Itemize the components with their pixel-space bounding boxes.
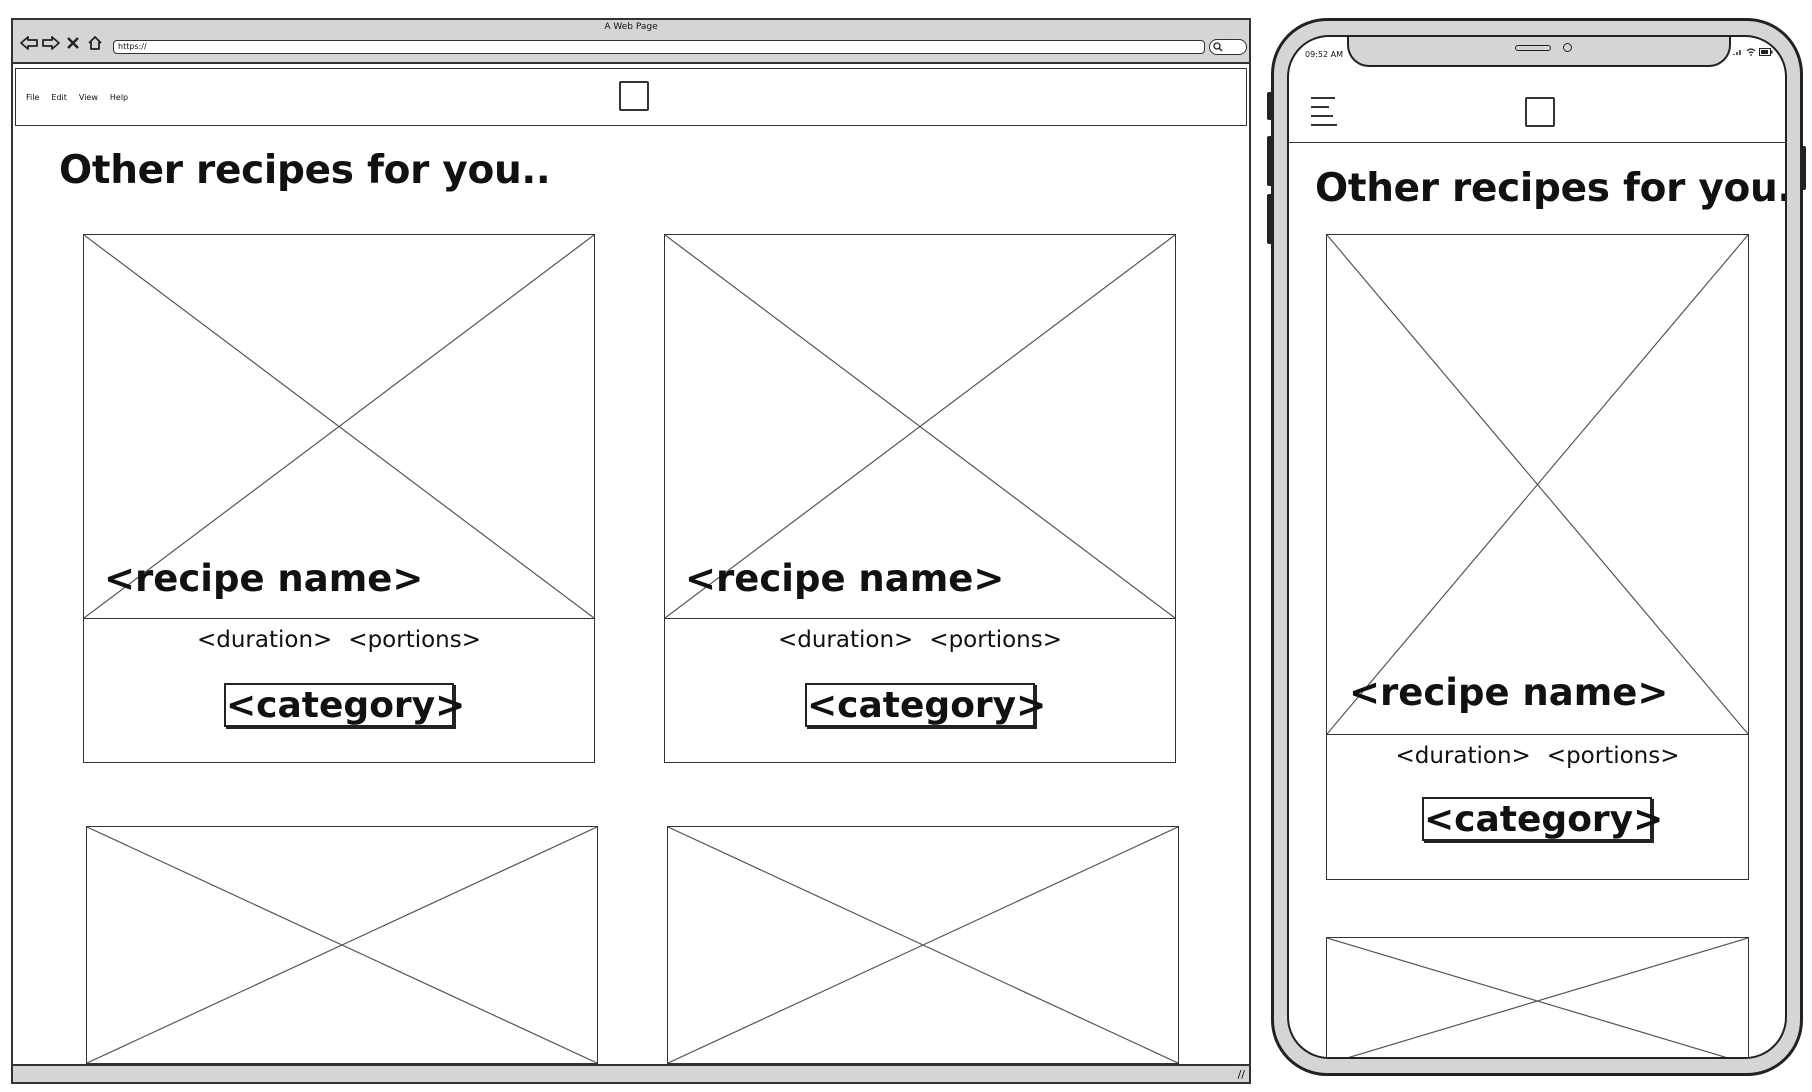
duration-label: <duration> <box>196 627 333 653</box>
mobile-phone-frame: 09:52 AM Other recipes for you.. <recipe… <box>1271 18 1803 1076</box>
menu-item-view[interactable]: View <box>79 93 98 102</box>
mobile-header <box>1289 67 1785 143</box>
menu-bar: File Edit View Help <box>26 93 128 102</box>
hamburger-menu-icon[interactable] <box>1311 97 1337 133</box>
recipe-name: <recipe name> <box>104 557 424 600</box>
magnifier-icon <box>1213 42 1223 52</box>
logo-placeholder[interactable] <box>1525 97 1555 127</box>
duration-label: <duration> <box>1395 743 1531 769</box>
duration-label: <duration> <box>777 627 914 653</box>
recipe-meta: <duration> <portions> <box>665 627 1175 653</box>
back-arrow-icon[interactable] <box>19 33 39 53</box>
page-heading: Other recipes for you.. <box>1315 166 1787 211</box>
menu-item-help[interactable]: Help <box>110 93 128 102</box>
nav-buttons <box>19 33 105 53</box>
recipe-image-placeholder[interactable] <box>86 826 598 1064</box>
close-x-icon[interactable] <box>63 33 83 53</box>
browser-search-button[interactable] <box>1209 39 1247 55</box>
recipe-image-placeholder[interactable] <box>667 826 1179 1064</box>
portions-label: <portions> <box>929 627 1063 653</box>
menu-item-edit[interactable]: Edit <box>51 93 67 102</box>
portions-label: <portions> <box>348 627 482 653</box>
url-bar[interactable]: https:// <box>113 40 1205 54</box>
category-tag[interactable]: <category> <box>224 683 465 727</box>
portions-label: <portions> <box>1546 743 1680 769</box>
home-icon[interactable] <box>85 33 105 53</box>
recipe-image-placeholder <box>1327 235 1748 735</box>
category-tag[interactable]: <category> <box>1422 797 1663 841</box>
menu-item-file[interactable]: File <box>26 93 39 102</box>
page-heading: Other recipes for you.. <box>59 148 551 193</box>
resize-grip-icon[interactable]: // <box>1238 1068 1245 1081</box>
recipe-meta: <duration> <portions> <box>84 627 594 653</box>
battery-icon <box>1759 48 1773 56</box>
window-title: A Web Page <box>604 22 658 32</box>
wifi-icon <box>1746 48 1756 56</box>
recipe-card[interactable]: <recipe name> <duration> <portions> <cate… <box>664 234 1176 763</box>
recipe-card[interactable]: <recipe name> <duration> <portions> <cate… <box>1326 234 1749 880</box>
camera-icon <box>1563 43 1572 52</box>
desktop-browser-window: A Web Page https:// File Edit View Help <box>11 18 1251 1084</box>
browser-chrome: A Web Page https:// <box>13 20 1249 64</box>
recipe-name: <recipe name> <box>685 557 1005 600</box>
speaker-icon <box>1515 45 1551 51</box>
category-tag[interactable]: <category> <box>805 683 1046 727</box>
phone-notch <box>1347 37 1731 67</box>
recipe-meta: <duration> <portions> <box>1327 743 1748 769</box>
signal-icon <box>1733 50 1741 55</box>
site-header: File Edit View Help <box>15 68 1247 126</box>
status-icons <box>1733 48 1773 56</box>
browser-status-bar: // <box>13 1064 1249 1082</box>
status-time: 09:52 AM <box>1305 50 1343 59</box>
recipe-image-placeholder[interactable] <box>1326 937 1749 1057</box>
recipe-card[interactable]: <recipe name> <duration> <portions> <cate… <box>83 234 595 763</box>
logo-placeholder[interactable] <box>619 81 649 111</box>
forward-arrow-icon[interactable] <box>41 33 61 53</box>
phone-screen: 09:52 AM Other recipes for you.. <recipe… <box>1287 35 1787 1059</box>
recipe-name: <recipe name> <box>1349 671 1669 714</box>
